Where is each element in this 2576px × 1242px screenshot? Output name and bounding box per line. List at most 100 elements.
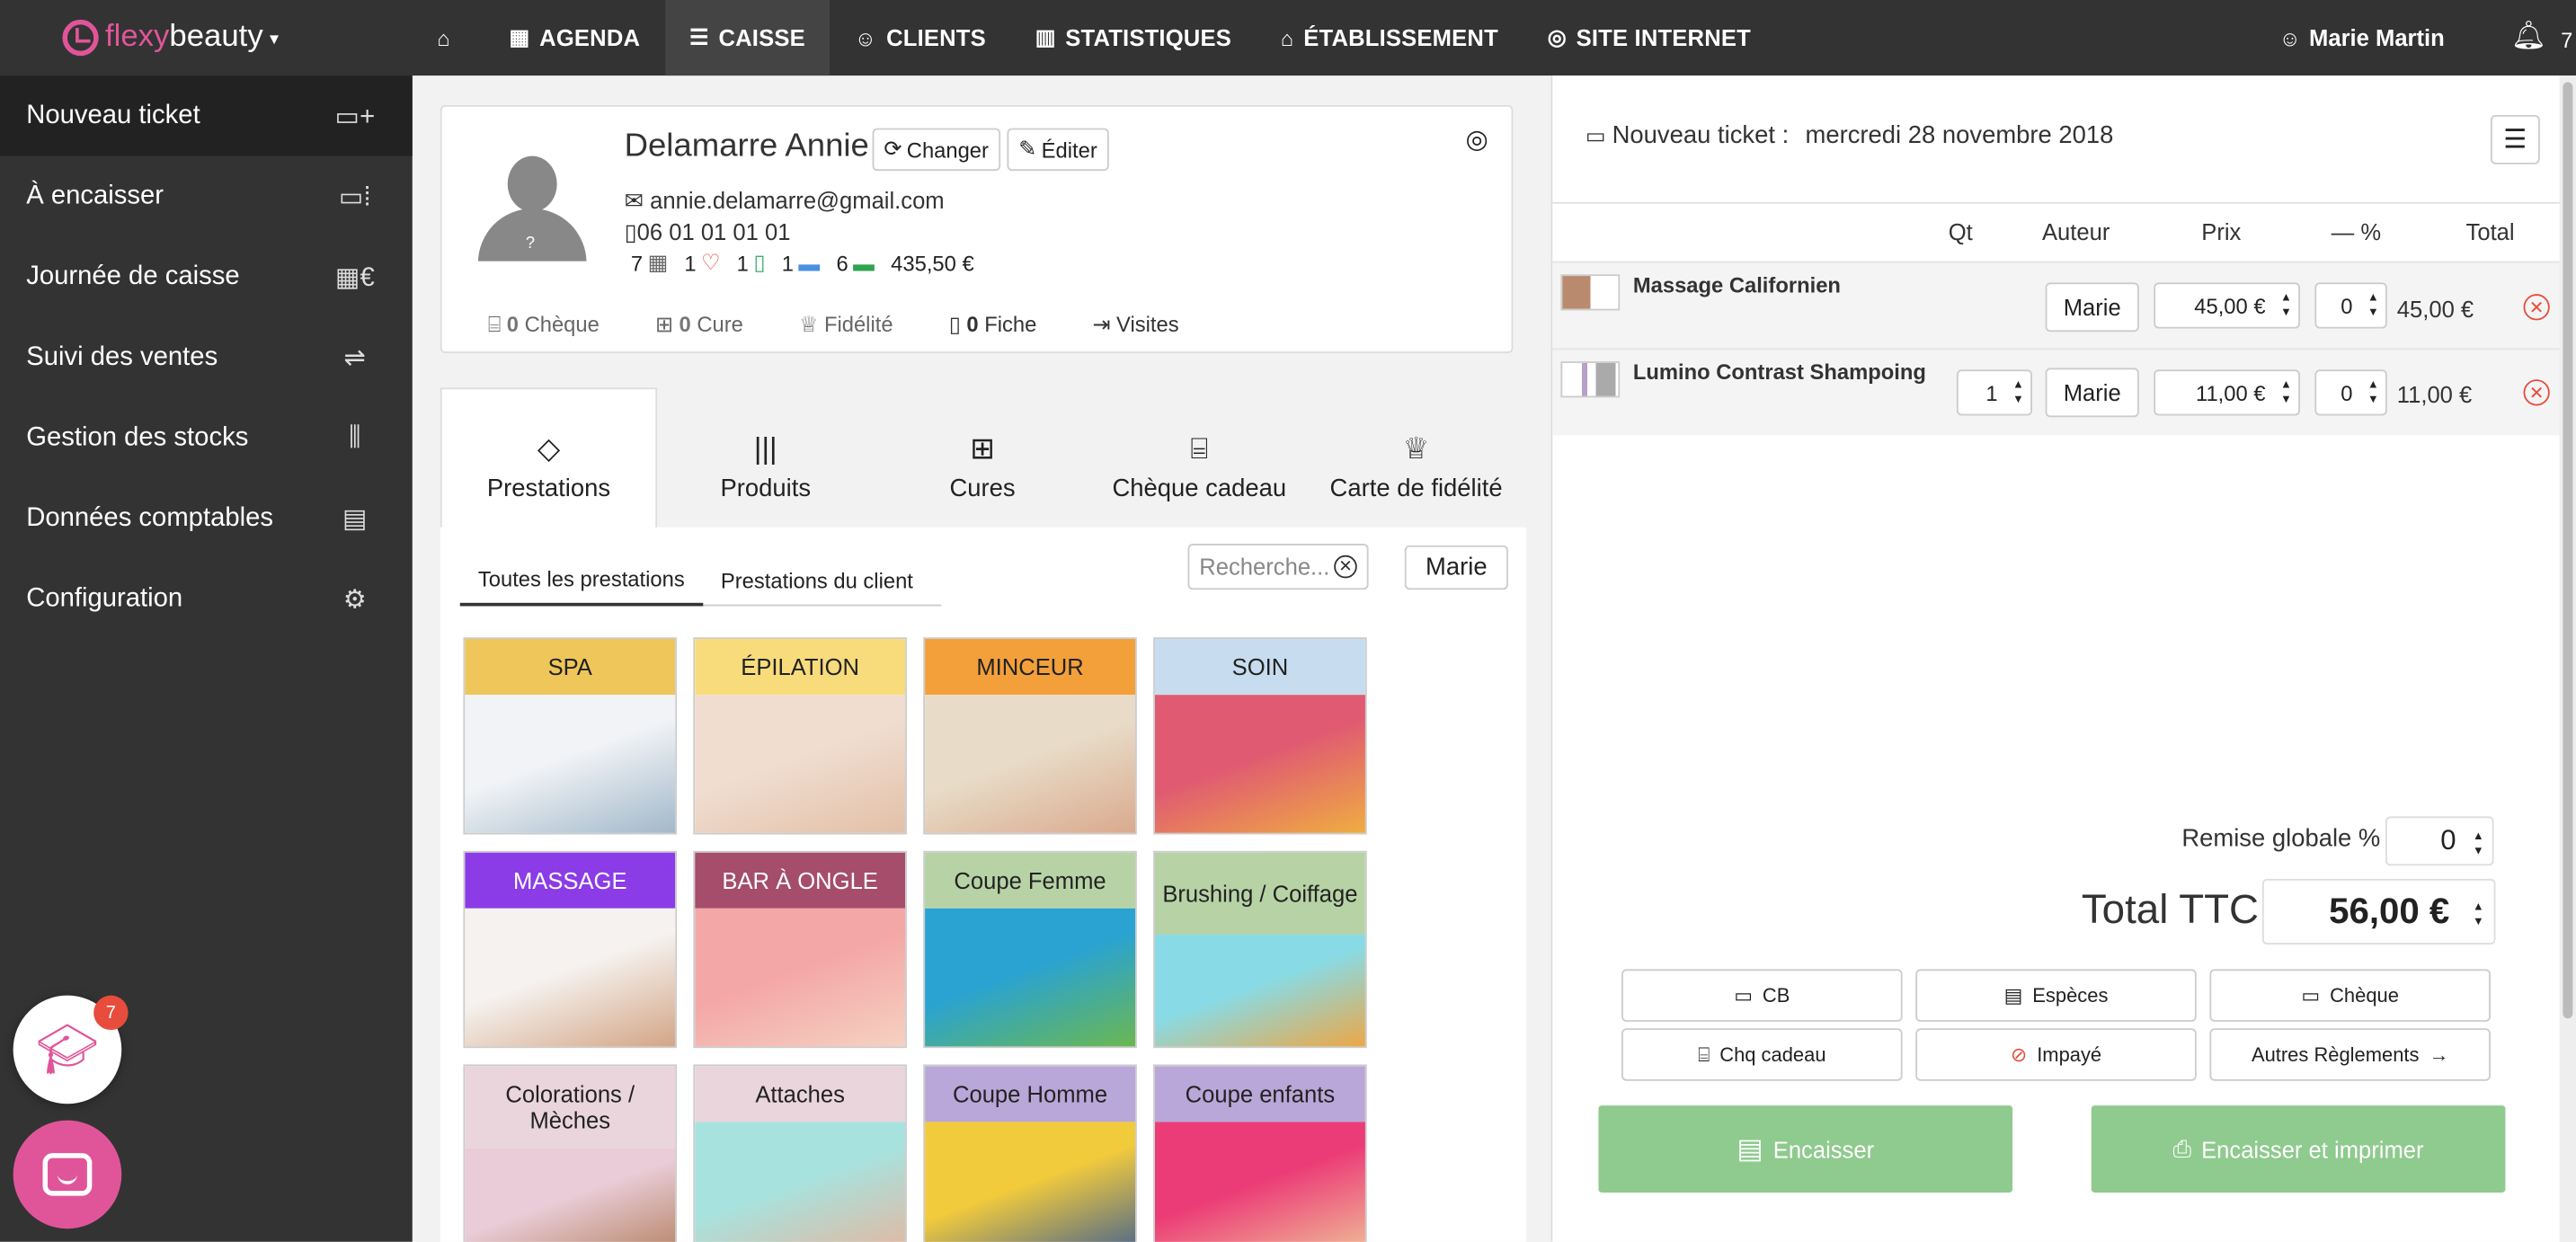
sidebar-item-nouveau-ticket[interactable]: Nouveau ticket ▭+: [0, 75, 413, 156]
chat-button[interactable]: [13, 1120, 122, 1229]
notification-count: 7: [2561, 28, 2573, 53]
pay-chq-cadeau-button[interactable]: ⌸ Chq cadeau: [1621, 1028, 1903, 1081]
line-qty-input[interactable]: 1 ▲ ▼: [1956, 369, 2033, 416]
category-tile[interactable]: ÉPILATION: [693, 637, 907, 835]
clear-search-icon[interactable]: ✕: [1334, 554, 1357, 579]
nav-statistiques[interactable]: ▥ STATISTIQUES: [1010, 0, 1256, 75]
client-fiche[interactable]: ▯ 0 Fiche: [949, 312, 1037, 338]
spinner-icon[interactable]: ▲ ▼: [2280, 291, 2292, 321]
new-ticket-icon: ▭+: [334, 102, 376, 131]
envelope-icon: ✉: [624, 187, 651, 214]
nav-home[interactable]: ⌂: [413, 0, 484, 75]
scrollbar[interactable]: [2559, 75, 2576, 1242]
line-price-input[interactable]: 11,00 € ▲ ▼: [2154, 369, 2300, 416]
category-label: MASSAGE: [465, 852, 676, 909]
category-tile[interactable]: SPA: [463, 637, 678, 835]
category-tile[interactable]: Brushing / Coiffage: [1153, 850, 1367, 1049]
category-tile[interactable]: BAR À ONGLE: [693, 850, 907, 1049]
sidebar-item-configuration[interactable]: Configuration ⚙: [0, 558, 413, 639]
nav-etablissement[interactable]: ⌂ ÉTABLISSEMENT: [1256, 0, 1523, 75]
encaisser-button[interactable]: ▤ Encaisser: [1598, 1105, 2013, 1193]
search-input[interactable]: Recherche... ✕: [1187, 544, 1369, 590]
sidebar-item-suivi-des-ventes[interactable]: Suivi des ventes ⇌: [0, 317, 413, 398]
sidebar-item-gestion-des-stocks[interactable]: Gestion des stocks ⫼: [0, 397, 413, 478]
nav-site-internet[interactable]: ◎ SITE INTERNET: [1523, 0, 1775, 75]
brand-logo[interactable]: flexy beauty ▾: [0, 0, 413, 75]
tab-produits[interactable]: ||| Produits: [657, 387, 874, 528]
remove-line-icon[interactable]: ✕: [2523, 379, 2550, 406]
category-tile[interactable]: MINCEUR: [923, 637, 1137, 835]
spinner-icon[interactable]: ▲ ▼: [2367, 291, 2379, 321]
category-tile[interactable]: MASSAGE: [463, 850, 678, 1049]
line-discount-input[interactable]: 0 ▲ ▼: [2314, 369, 2387, 416]
client-phone[interactable]: ▯06 01 01 01 01: [625, 218, 791, 246]
client-fidelite[interactable]: ♕ Fidélité: [799, 312, 893, 338]
line-name: Massage Californien: [1632, 272, 1841, 297]
sidebar-item-a-encaisser[interactable]: À encaisser ▭⁞: [0, 156, 413, 237]
pay-impaye-button[interactable]: ⊘ Impayé: [1915, 1028, 2197, 1081]
ticket-icon: ▭: [1585, 122, 1606, 147]
client-email[interactable]: ✉ annie.delamarre@gmail.com: [625, 187, 945, 215]
category-tile[interactable]: Coupe Homme: [923, 1064, 1137, 1242]
encaisser-imprimer-label: Encaisser et imprimer: [2201, 1135, 2424, 1163]
category-tile[interactable]: SOIN: [1153, 637, 1367, 835]
pay-especes-button[interactable]: ▤ Espèces: [1915, 969, 2197, 1022]
line-price: 45,00 €: [2194, 293, 2266, 318]
pay-cb-button[interactable]: ▭ CB: [1621, 969, 1903, 1022]
category-tile[interactable]: Colorations / Mèches: [463, 1064, 678, 1242]
category-tile[interactable]: Attaches: [693, 1064, 907, 1242]
remise-label: Remise globale %: [2181, 824, 2381, 853]
sidebar-item-label: Gestion des stocks: [26, 422, 249, 451]
remove-line-icon[interactable]: ✕: [2523, 294, 2550, 321]
sidebar-item-journee-de-caisse[interactable]: Journée de caisse ▦€: [0, 236, 413, 317]
edit-client-button[interactable]: ✎ Éditer: [1007, 128, 1109, 172]
client-cheques[interactable]: ⌸ 0 Chèque: [488, 312, 600, 338]
tab-cheque-cadeau[interactable]: ⌸ Chèque cadeau: [1091, 387, 1308, 528]
staff-filter-button[interactable]: Marie: [1404, 545, 1508, 590]
client-cures[interactable]: ⊞ 0 Cure: [655, 312, 743, 338]
nav-agenda[interactable]: ▦ AGENDA: [484, 0, 664, 75]
client-visites[interactable]: ⇥ Visites: [1093, 312, 1179, 338]
scrollbar-thumb[interactable]: [2563, 82, 2573, 1019]
change-client-button[interactable]: ⟳ Changer: [872, 128, 1000, 172]
line-auteur-button[interactable]: Marie: [2045, 368, 2139, 418]
line-price-input[interactable]: 45,00 € ▲ ▼: [2154, 282, 2300, 329]
line-auteur-button[interactable]: Marie: [2045, 282, 2139, 333]
subtab-all-prestations[interactable]: Toutes les prestations: [459, 550, 703, 607]
product-thumbnail: [1560, 274, 1621, 311]
ticket-menu-button[interactable]: ☰: [2490, 114, 2540, 164]
category-label: Coupe enfants: [1154, 1066, 1365, 1122]
category-tile[interactable]: Coupe Femme: [923, 850, 1137, 1049]
tab-cures[interactable]: ⊞ Cures: [874, 387, 1090, 528]
pay-cheque-button[interactable]: ▭ Chèque: [2209, 969, 2491, 1022]
nav-clients[interactable]: ☺ CLIENTS: [830, 0, 1010, 75]
sidebar-item-donnees-comptables[interactable]: Données comptables ▤: [0, 478, 413, 559]
sidebar-item-label: Données comptables: [26, 503, 273, 532]
line-discount-input[interactable]: 0 ▲ ▼: [2314, 282, 2387, 329]
spinner-icon[interactable]: ▲ ▼: [2280, 377, 2292, 407]
tab-prestations[interactable]: ◇ Prestations: [440, 387, 658, 529]
globe-icon[interactable]: ◎: [1465, 123, 1488, 156]
total-input[interactable]: 56,00 € ▲ ▼: [2261, 878, 2496, 945]
category-tile[interactable]: Coupe enfants: [1153, 1064, 1367, 1242]
spinner-icon[interactable]: ▲ ▼: [2473, 900, 2484, 930]
nav-caisse[interactable]: ☰ CAISSE: [664, 0, 831, 76]
user-menu[interactable]: ☺ Marie Martin: [2279, 0, 2445, 75]
spinner-icon[interactable]: ▲ ▼: [2367, 377, 2379, 407]
fiche-label: Fiche: [984, 312, 1037, 337]
pay-autres-button[interactable]: Autres Règlements →: [2209, 1028, 2491, 1081]
spinner-icon[interactable]: ▲ ▼: [2012, 377, 2024, 407]
bell-icon[interactable]: 🔔︎: [2511, 20, 2546, 53]
chat-icon: [42, 1153, 93, 1196]
subtab-client-prestations[interactable]: Prestations du client: [703, 550, 931, 606]
client-card: ? Delamarre Annie ⟳ Changer ✎ Éditer ◎ ✉ a…: [440, 104, 1514, 353]
tab-carte-fidelite[interactable]: ♕ Carte de fidélité: [1308, 387, 1524, 528]
category-label: Attaches: [695, 1066, 906, 1122]
visites-label: Visites: [1116, 312, 1179, 337]
spinner-icon[interactable]: ▲ ▼: [2473, 829, 2484, 859]
remise-input[interactable]: 0 ▲ ▼: [2385, 816, 2494, 866]
encaisser-imprimer-button[interactable]: ⎙ Encaisser et imprimer: [2091, 1105, 2506, 1193]
fidelite-label: Fidélité: [823, 312, 893, 337]
category-label: BAR À ONGLE: [695, 852, 906, 909]
col-discount: — %: [2331, 218, 2382, 245]
